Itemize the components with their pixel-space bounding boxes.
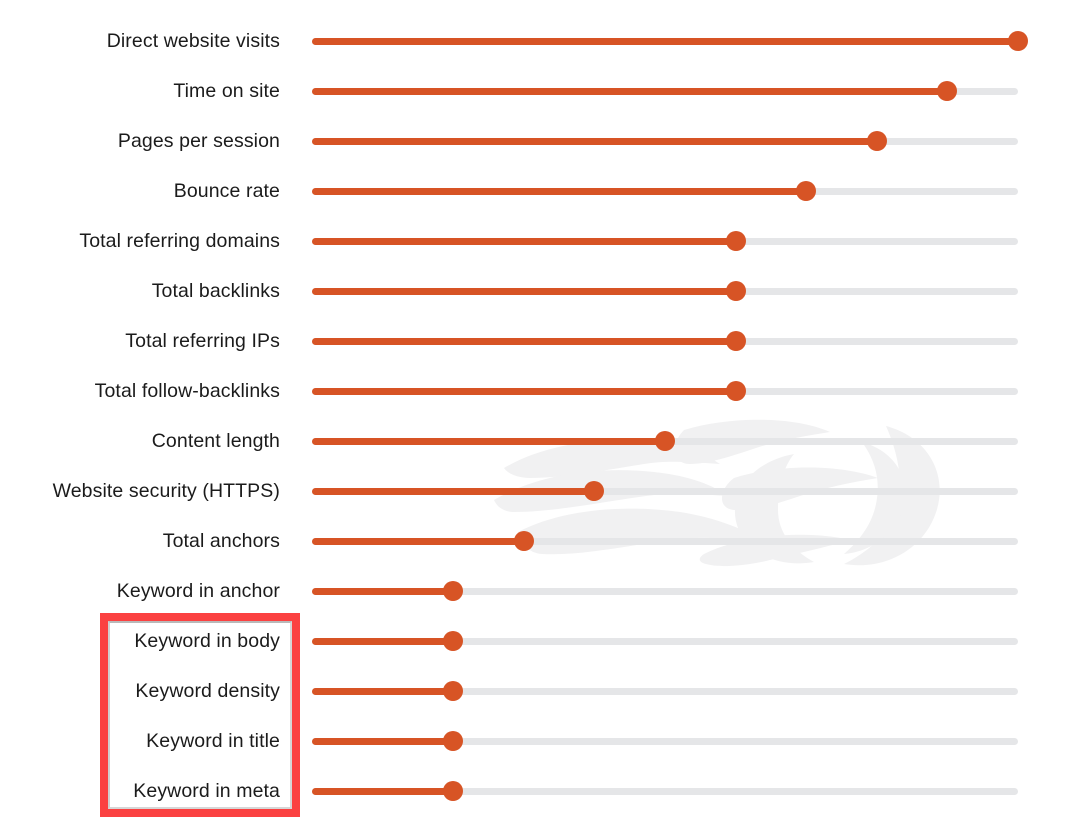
track-fill <box>312 437 665 445</box>
row-track-area <box>312 66 1018 116</box>
track-fill <box>312 687 454 695</box>
value-dot <box>937 81 958 101</box>
chart-row: Keyword in body <box>0 616 1068 666</box>
row-label: Bounce rate <box>173 180 280 202</box>
chart-row: Total follow-backlinks <box>0 366 1068 416</box>
value-dot <box>1008 31 1028 51</box>
row-track-area <box>312 616 1018 666</box>
row-track-area <box>312 666 1018 716</box>
chart-row: Keyword in meta <box>0 766 1068 816</box>
row-track-area <box>312 16 1028 66</box>
chart-row: Total backlinks <box>0 266 1068 316</box>
row-track-area <box>312 766 1018 816</box>
track-fill <box>312 337 736 345</box>
chart-row: Keyword in anchor <box>0 566 1068 616</box>
value-dot <box>725 381 746 401</box>
chart-row: Total referring domains <box>0 216 1068 266</box>
row-label: Pages per session <box>117 130 280 152</box>
row-label: Website security (HTTPS) <box>52 480 280 502</box>
track-fill <box>312 737 454 745</box>
row-track-area <box>312 466 1018 516</box>
chart-row: Total anchors <box>0 516 1068 566</box>
value-dot <box>443 681 464 701</box>
track-fill <box>312 587 454 595</box>
value-dot <box>443 781 464 801</box>
value-dot <box>725 281 746 301</box>
track-fill <box>312 87 948 95</box>
row-track-area <box>312 216 1018 266</box>
row-label: Content length <box>151 430 280 452</box>
chart-row: Keyword density <box>0 666 1068 716</box>
chart-row: Total referring IPs <box>0 316 1068 366</box>
row-track-area <box>312 716 1018 766</box>
row-label: Keyword in anchor <box>116 580 280 602</box>
track-fill <box>312 237 736 245</box>
row-label: Time on site <box>173 80 280 102</box>
value-dot <box>725 331 746 351</box>
row-track-area <box>312 366 1018 416</box>
row-track-area <box>312 516 1018 566</box>
value-dot <box>513 531 534 551</box>
row-track-area <box>312 416 1018 466</box>
row-label: Total follow-backlinks <box>94 380 280 402</box>
value-dot <box>866 131 887 151</box>
track-fill <box>312 187 807 195</box>
row-label: Total backlinks <box>151 280 280 302</box>
row-track-area <box>312 166 1018 216</box>
row-label: Keyword in body <box>134 630 280 652</box>
chart-row: Time on site <box>0 66 1068 116</box>
value-dot <box>655 431 675 451</box>
row-label: Keyword density <box>135 680 280 702</box>
track-fill <box>312 287 736 295</box>
value-dot <box>584 481 605 501</box>
row-label: Total referring IPs <box>125 330 280 352</box>
lollipop-chart: Direct website visits Time on site Pages p… <box>0 0 1068 817</box>
chart-row: Pages per session <box>0 116 1068 166</box>
track-fill <box>312 787 454 795</box>
row-track-area <box>312 316 1018 366</box>
row-track-area <box>312 266 1018 316</box>
row-label: Keyword in meta <box>133 780 280 802</box>
track-fill <box>312 537 524 545</box>
chart-row: Content length <box>0 416 1068 466</box>
value-dot <box>443 581 464 601</box>
track-fill <box>312 137 877 145</box>
row-label: Direct website visits <box>106 30 280 52</box>
value-dot <box>725 231 746 251</box>
row-track-area <box>312 116 1018 166</box>
track-fill <box>312 637 454 645</box>
chart-row: Direct website visits <box>0 16 1068 66</box>
value-dot <box>443 731 464 751</box>
value-dot <box>443 631 464 651</box>
chart-row: Keyword in title <box>0 716 1068 766</box>
track-fill <box>312 487 595 495</box>
row-label: Total referring domains <box>79 230 280 252</box>
track-fill <box>312 37 1018 45</box>
track-fill <box>312 387 736 395</box>
chart-canvas: Direct website visits Time on site Pages p… <box>0 0 1068 817</box>
row-label: Total anchors <box>162 530 280 552</box>
chart-row: Bounce rate <box>0 166 1068 216</box>
value-dot <box>796 181 817 201</box>
chart-row: Website security (HTTPS) <box>0 466 1068 516</box>
row-track-area <box>312 566 1018 616</box>
row-label: Keyword in title <box>146 730 280 752</box>
